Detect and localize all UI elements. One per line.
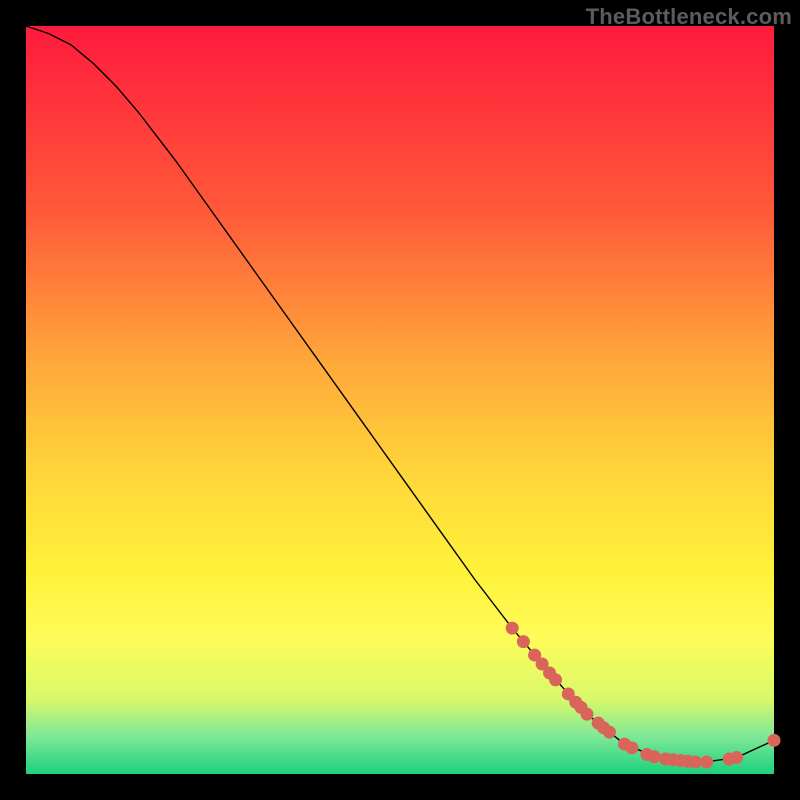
highlight-dot bbox=[581, 708, 594, 721]
highlight-dot bbox=[768, 734, 781, 747]
highlight-dot bbox=[700, 756, 713, 769]
highlight-dot bbox=[730, 751, 743, 764]
highlight-dot bbox=[603, 726, 616, 739]
highlight-dots-group bbox=[506, 622, 781, 769]
chart-container: TheBottleneck.com bbox=[0, 0, 800, 800]
highlight-dot bbox=[517, 635, 530, 648]
highlight-dot bbox=[648, 750, 661, 763]
highlight-dot bbox=[625, 741, 638, 754]
highlight-dot bbox=[506, 622, 519, 635]
chart-overlay-svg bbox=[26, 26, 774, 774]
highlight-dot bbox=[549, 673, 562, 686]
bottleneck-curve-line bbox=[26, 26, 774, 763]
highlight-dot bbox=[689, 756, 702, 769]
